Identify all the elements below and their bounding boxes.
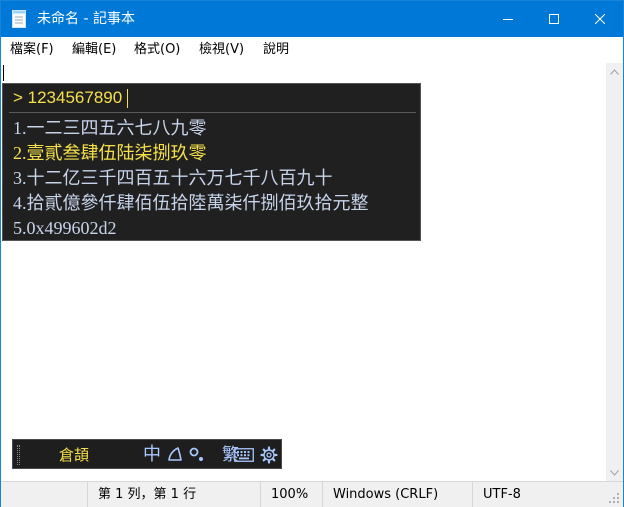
menu-edit[interactable]: 編輯(E) xyxy=(72,41,116,59)
maximize-icon xyxy=(549,14,559,24)
ime-settings-button[interactable] xyxy=(259,445,279,465)
status-zoom: 100% xyxy=(260,482,322,507)
half-width-toggle[interactable] xyxy=(165,445,185,465)
status-encoding: UTF-8 xyxy=(472,482,602,507)
ime-name-button[interactable]: 倉頡 xyxy=(59,445,89,465)
close-button[interactable] xyxy=(577,1,623,37)
status-bar: 第 1 列，第 1 行 100% Windows (CRLF) UTF-8 xyxy=(1,481,623,507)
status-cursor-position: 第 1 列，第 1 行 xyxy=(87,482,260,507)
ime-candidate[interactable]: 4.拾貳億參仟肆佰伍拾陸萬柒仟捌佰玖拾元整 xyxy=(13,191,369,215)
ime-candidate-window: > 1234567890 1.一二三四五六七八九零 2.壹貳叁肆伍陆柒捌玖零 3… xyxy=(2,83,421,241)
menu-file[interactable]: 檔案(F) xyxy=(10,41,54,59)
ime-composition-caret xyxy=(127,89,128,108)
title-bar[interactable]: 未命名 - 記事本 xyxy=(1,1,623,37)
menu-help[interactable]: 說明 xyxy=(263,41,289,59)
notepad-icon xyxy=(12,10,26,28)
gear-icon xyxy=(260,446,278,464)
menu-view[interactable]: 檢視(V) xyxy=(199,41,244,59)
keyboard-icon xyxy=(234,448,254,462)
menu-format[interactable]: 格式(O) xyxy=(134,41,180,59)
ime-toolbar-drag-handle[interactable] xyxy=(17,445,20,465)
minimize-button[interactable] xyxy=(485,1,531,37)
soft-keyboard-button[interactable] xyxy=(233,445,255,465)
minimize-icon xyxy=(503,19,513,20)
vertical-scrollbar[interactable] xyxy=(606,63,623,481)
window-title: 未命名 - 記事本 xyxy=(37,11,135,27)
menu-bar: 檔案(F) 編輯(E) 格式(O) 檢視(V) 說明 xyxy=(1,37,623,63)
scroll-down-button[interactable] xyxy=(606,464,623,481)
ime-candidate-selected[interactable]: 2.壹貳叁肆伍陆柒捌玖零 xyxy=(13,141,207,165)
ime-composition-text: > 1234567890 xyxy=(13,88,123,107)
ime-divider xyxy=(9,112,416,113)
ime-chinese-mode-button[interactable]: 中 xyxy=(143,443,161,467)
resize-grip-icon[interactable] xyxy=(607,491,621,505)
maximize-button[interactable] xyxy=(531,1,577,37)
ime-candidate[interactable]: 5.0x499602d2 xyxy=(13,216,117,240)
close-icon xyxy=(595,14,605,24)
chevron-down-icon xyxy=(610,469,619,476)
ime-candidate[interactable]: 3.十二亿三千四百五十六万七千八百九十 xyxy=(13,166,333,190)
scroll-up-button[interactable] xyxy=(606,63,623,80)
ime-toolbar: 倉頡 中 繁 xyxy=(12,439,282,469)
half-moon-icon xyxy=(168,447,182,461)
status-line-ending: Windows (CRLF) xyxy=(322,482,472,507)
chevron-up-icon xyxy=(610,68,619,75)
punctuation-toggle[interactable] xyxy=(187,445,207,465)
notepad-window: 未命名 - 記事本 檔案(F) 編輯(E) 格式(O) 檢視(V) 說明 第 1… xyxy=(0,0,624,507)
text-caret xyxy=(3,65,4,81)
punctuation-icon xyxy=(189,447,203,461)
ime-candidate[interactable]: 1.一二三四五六七八九零 xyxy=(13,116,207,140)
